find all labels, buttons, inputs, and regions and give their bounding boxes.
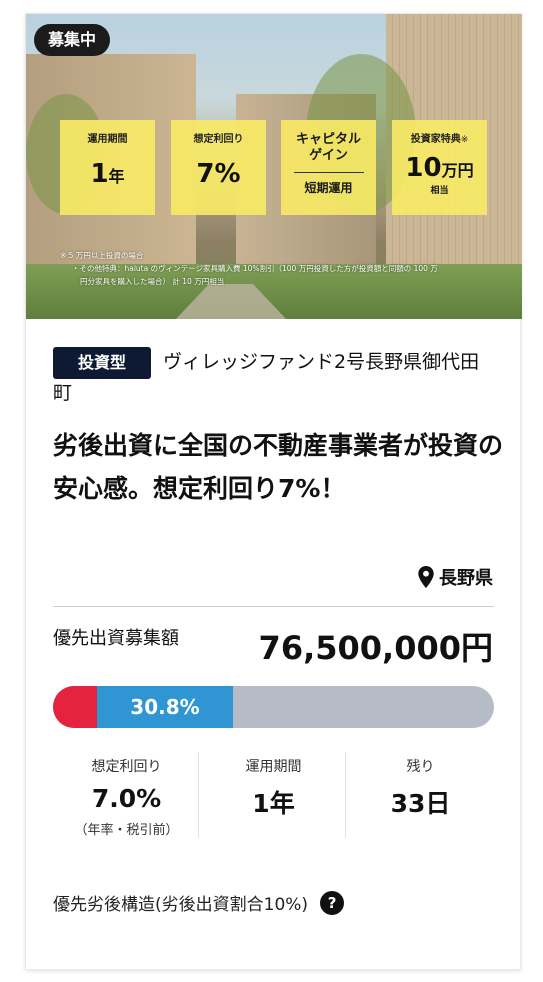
benefit-label: 投資家特典※ xyxy=(410,134,469,145)
progress-raised-segment: 30.8% xyxy=(97,686,233,728)
divider xyxy=(53,606,494,607)
stat-label: 運用期間 xyxy=(245,759,302,775)
structure-text: 優先劣後構造(劣後出資割合10%) xyxy=(53,895,309,915)
term-value: 1年 xyxy=(90,159,125,189)
term-box: 運用期間 1年 xyxy=(60,120,155,215)
hero-notes: ※ 5 万円以上投資の場合 ・その他特典：haluta のヴィンテージ家具購入費… xyxy=(60,249,520,288)
short-term-label: 短期運用 xyxy=(304,181,353,195)
yield-value: 7% xyxy=(196,159,241,189)
stat-remaining: 残り 33日 xyxy=(347,752,494,820)
yield-box: 想定利回り 7% xyxy=(171,120,266,215)
fund-headline[interactable]: 劣後出資に全国の不動産事業者が投資の安心感。想定利回り7%！ xyxy=(53,424,503,510)
amount-label: 優先出資募集額 xyxy=(53,628,179,649)
recruiting-badge: 募集中 xyxy=(34,24,111,56)
capital-gain-label: キャピタル ゲイン xyxy=(295,132,361,163)
stat-term: 運用期間 1年 xyxy=(200,752,347,820)
capital-gain-box: キャピタル ゲイン 短期運用 xyxy=(281,120,376,215)
type-tag: 投資型 xyxy=(53,347,151,379)
stat-value: 7.0% xyxy=(91,784,162,813)
stats-row: 想定利回り 7.0% （年率・税引前） 運用期間 1年 残り 33日 xyxy=(53,752,494,842)
benefit-sub: 相当 xyxy=(430,186,449,196)
note-line: ・その他特典：haluta のヴィンテージ家具購入費 10%割引（100 万円投… xyxy=(72,264,438,273)
question-circle-icon[interactable]: ? xyxy=(320,890,345,915)
note-line: ※ 5 万円以上投資の場合 xyxy=(60,251,144,260)
stat-value: 1年 xyxy=(252,789,295,818)
yield-label: 想定利回り xyxy=(193,134,244,145)
stat-yield: 想定利回り 7.0% （年率・税引前） xyxy=(53,752,200,838)
structure-info: 優先劣後構造(劣後出資割合10%) ? xyxy=(53,890,345,915)
note-line: 円分家具を購入した場合） 計 10 万円相当 xyxy=(80,277,225,286)
stat-separator xyxy=(198,752,199,838)
location-text: 長野県 xyxy=(439,568,493,589)
stat-note: （年率・税引前） xyxy=(74,823,179,838)
stat-label: 想定利回り xyxy=(91,759,162,775)
stat-value: 33日 xyxy=(390,789,451,818)
investor-benefit-box: 投資家特典※ 10万円 相当 xyxy=(392,120,487,215)
stat-separator xyxy=(345,752,346,838)
benefit-value: 10万円 xyxy=(405,153,474,183)
fund-card[interactable]: 募集中 運用期間 1年 想定利回り 7% キャピタル ゲイン 短期運用 投資家特典… xyxy=(25,13,522,970)
progress-bar: 30.8% xyxy=(53,686,494,728)
location-pin-icon xyxy=(418,566,434,588)
progress-subordinate-segment xyxy=(53,686,98,728)
location: 長野県 xyxy=(417,564,493,590)
box-divider xyxy=(293,172,364,173)
amount-value: 76,500,000円 xyxy=(258,629,493,667)
stat-label: 残り xyxy=(406,759,435,775)
hero-image[interactable]: 募集中 運用期間 1年 想定利回り 7% キャピタル ゲイン 短期運用 投資家特典… xyxy=(26,14,522,319)
term-label: 運用期間 xyxy=(87,134,128,145)
